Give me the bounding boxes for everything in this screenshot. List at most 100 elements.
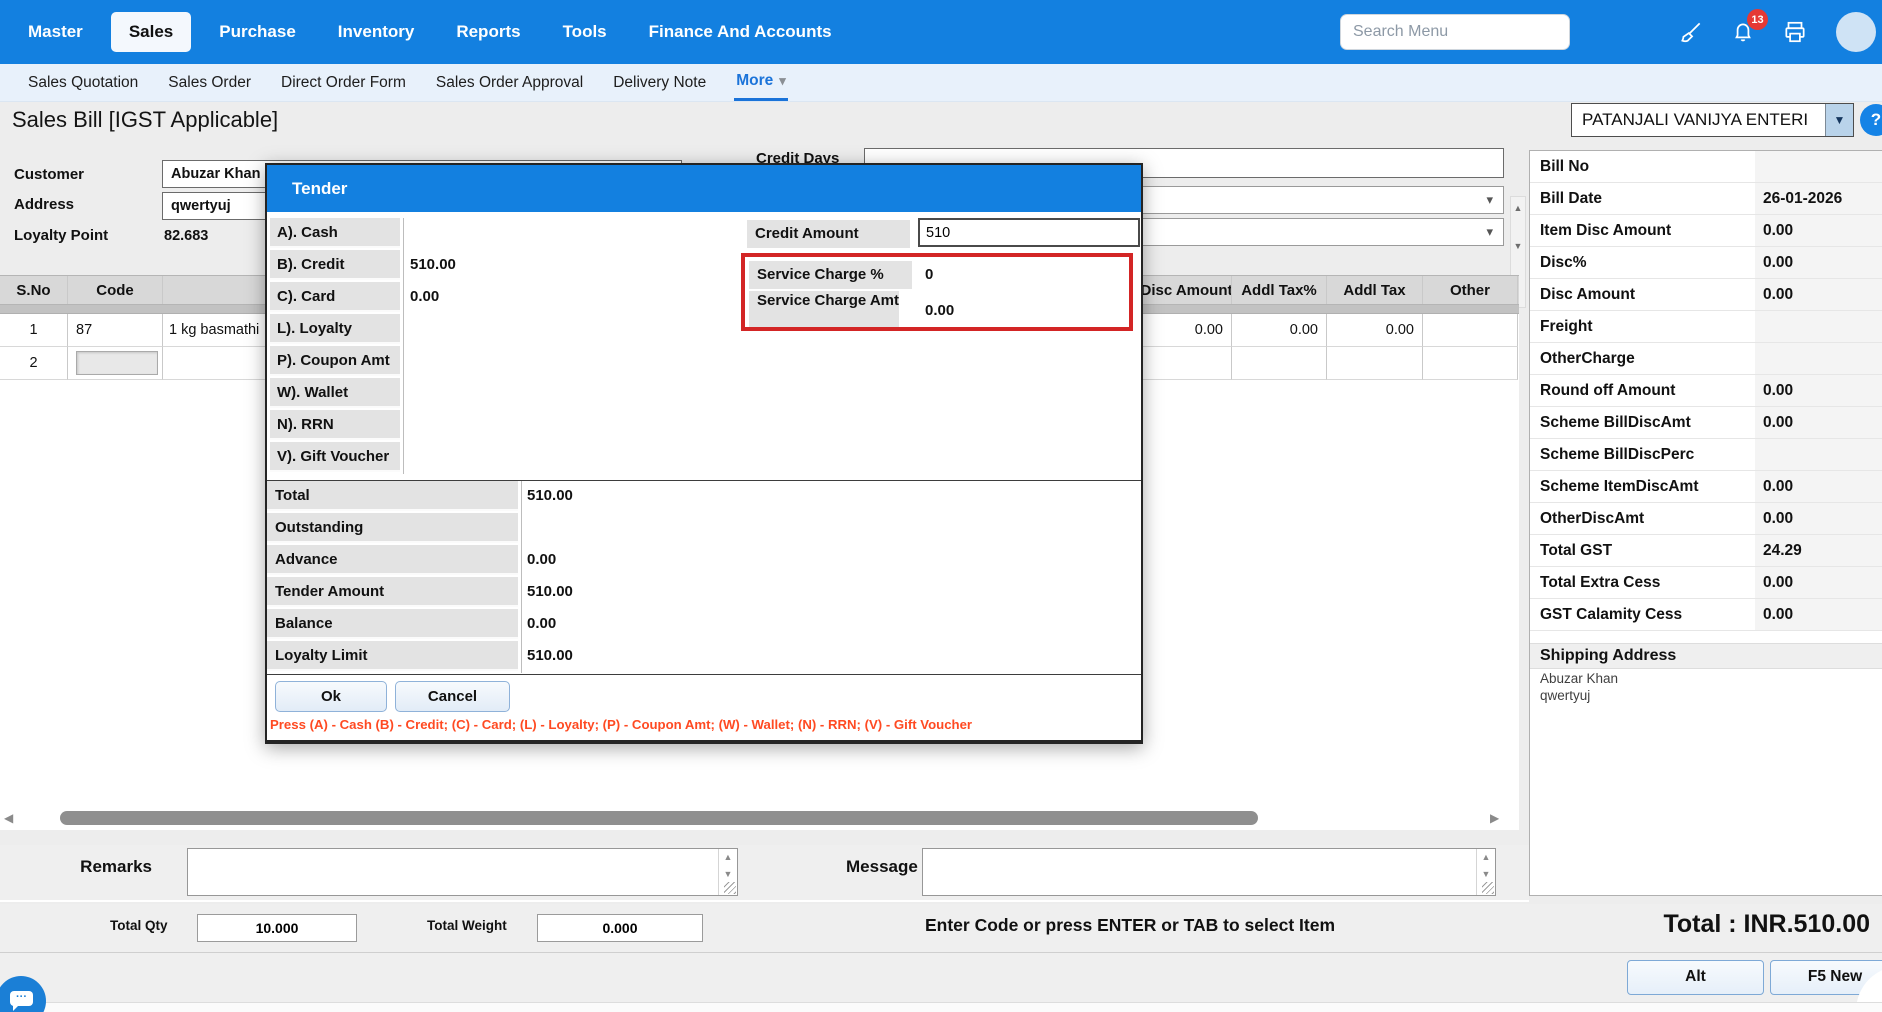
horizontal-scrollbar[interactable]: ◀ ▶ bbox=[0, 808, 1519, 830]
summary-value[interactable]: 0.00 bbox=[1755, 279, 1882, 310]
col-header-addl-tax[interactable]: Addl Tax bbox=[1327, 276, 1423, 304]
tender-rrn-label[interactable]: N). RRN bbox=[270, 410, 400, 440]
col-header-sno[interactable]: S.No bbox=[0, 276, 68, 304]
nav-item-finance[interactable]: Finance And Accounts bbox=[635, 12, 846, 52]
help-icon[interactable]: ? bbox=[1860, 104, 1882, 136]
ok-button[interactable]: Ok bbox=[275, 681, 387, 712]
summary-row: Scheme ItemDiscAmt 0.00 bbox=[1530, 471, 1882, 503]
scroll-up-icon[interactable]: ▲ bbox=[1477, 852, 1495, 862]
scroll-right-icon[interactable]: ▶ bbox=[1490, 811, 1499, 825]
tender-card-label[interactable]: C). Card bbox=[270, 282, 400, 312]
credit-amount-input[interactable] bbox=[918, 218, 1140, 247]
summary-value[interactable]: 24.29 bbox=[1755, 535, 1882, 566]
subnav-direct-order-form[interactable]: Direct Order Form bbox=[279, 66, 408, 100]
code-entry-input[interactable] bbox=[76, 351, 158, 375]
summary-value[interactable]: 26-01-2026 bbox=[1755, 183, 1882, 214]
nav-item-master[interactable]: Master bbox=[14, 12, 97, 52]
address-label: Address bbox=[14, 196, 75, 213]
cancel-button[interactable]: Cancel bbox=[395, 681, 510, 712]
subnav-sales-order[interactable]: Sales Order bbox=[166, 66, 253, 100]
col-header-disc-amount[interactable]: Disc Amount bbox=[1142, 276, 1232, 304]
col-header-addl-tax-pct[interactable]: Addl Tax% bbox=[1232, 276, 1327, 304]
payments-divider bbox=[403, 218, 404, 474]
service-charge-pct-value[interactable]: 0 bbox=[925, 266, 933, 283]
cell-addl-tax-pct[interactable]: 0.00 bbox=[1232, 314, 1327, 347]
scroll-left-icon[interactable]: ◀ bbox=[4, 811, 13, 825]
tender-credit-label[interactable]: B). Credit bbox=[270, 250, 400, 280]
page-title: Sales Bill [IGST Applicable] bbox=[12, 107, 279, 132]
user-avatar[interactable] bbox=[1836, 12, 1876, 52]
summary-label: Scheme BillDiscAmt bbox=[1540, 414, 1691, 431]
cell-other[interactable] bbox=[1423, 314, 1518, 347]
total-weight-input[interactable] bbox=[537, 914, 703, 942]
service-charge-highlight-box: Service Charge % 0 Service Charge Amt 0.… bbox=[741, 253, 1133, 331]
summary-value[interactable]: 0.00 bbox=[1755, 407, 1882, 438]
tender-card-value: 0.00 bbox=[410, 288, 440, 305]
remarks-textarea[interactable]: ▲ ▼ bbox=[187, 848, 738, 896]
company-select-value: PATANJALI VANIJYA ENTERI bbox=[1582, 110, 1809, 129]
summary-value[interactable]: 0.00 bbox=[1755, 215, 1882, 246]
subnav-sales-quotation[interactable]: Sales Quotation bbox=[26, 66, 140, 100]
cell-addl-tax[interactable]: 0.00 bbox=[1327, 314, 1423, 347]
col-header-other[interactable]: Other bbox=[1423, 276, 1518, 304]
summary-value[interactable]: 0.00 bbox=[1755, 247, 1882, 278]
cell-code[interactable]: 87 bbox=[68, 314, 163, 347]
resize-grip-icon[interactable] bbox=[1482, 882, 1494, 894]
nav-item-sales[interactable]: Sales bbox=[110, 12, 192, 52]
print-icon[interactable] bbox=[1780, 17, 1810, 47]
nav-item-reports[interactable]: Reports bbox=[442, 12, 534, 52]
tender-wallet-label[interactable]: W). Wallet bbox=[270, 378, 400, 408]
tender-cash-label[interactable]: A). Cash bbox=[270, 218, 400, 248]
tender-gift-voucher-label[interactable]: V). Gift Voucher bbox=[270, 442, 400, 472]
summary-value[interactable] bbox=[1755, 151, 1882, 182]
tender-coupon-label[interactable]: P). Coupon Amt bbox=[270, 346, 400, 376]
subnav-more[interactable]: More ▾ bbox=[734, 64, 788, 101]
cell-sno: 1 bbox=[0, 314, 68, 347]
summary-value[interactable] bbox=[1755, 311, 1882, 342]
nav-item-purchase[interactable]: Purchase bbox=[205, 12, 310, 52]
loyalty-limit-label: Loyalty Limit bbox=[267, 641, 518, 671]
brush-icon[interactable] bbox=[1676, 17, 1706, 47]
tender-loyalty-label[interactable]: L). Loyalty bbox=[270, 314, 400, 344]
scroll-down-icon[interactable]: ▼ bbox=[1511, 241, 1525, 251]
service-charge-amt-value[interactable]: 0.00 bbox=[925, 302, 954, 319]
shipping-address-title: Shipping Address bbox=[1530, 643, 1882, 669]
scroll-up-icon[interactable]: ▲ bbox=[719, 852, 737, 862]
cell-disc-amount[interactable]: 0.00 bbox=[1142, 314, 1232, 347]
summary-value[interactable]: 0.00 bbox=[1755, 375, 1882, 406]
scrollbar-thumb[interactable] bbox=[60, 811, 1258, 825]
bill-summary-panel: Bill No Bill Date 26-01-2026 Item Disc A… bbox=[1529, 150, 1882, 896]
company-select[interactable]: PATANJALI VANIJYA ENTERI ▼ bbox=[1571, 103, 1854, 137]
tender-advance-label: Advance bbox=[267, 545, 518, 575]
cell-disc-amount[interactable] bbox=[1142, 347, 1232, 380]
subnav-sales-order-approval[interactable]: Sales Order Approval bbox=[434, 66, 585, 100]
cell-addl-tax[interactable] bbox=[1327, 347, 1423, 380]
notifications-bell-icon[interactable]: 13 bbox=[1728, 9, 1768, 47]
summary-value[interactable]: 0.00 bbox=[1755, 599, 1882, 630]
scroll-up-icon[interactable]: ▲ bbox=[1511, 203, 1525, 213]
cell-code-input[interactable] bbox=[68, 347, 163, 380]
message-textarea[interactable]: ▲ ▼ bbox=[922, 848, 1496, 896]
cell-addl-tax-pct[interactable] bbox=[1232, 347, 1327, 380]
sales-bill-screen: Master Sales Purchase Inventory Reports … bbox=[0, 0, 1882, 1012]
summary-value[interactable]: 0.00 bbox=[1755, 503, 1882, 534]
textarea-scroll-rail: ▲ ▼ bbox=[718, 849, 737, 895]
select-arrow-icon[interactable]: ▼ bbox=[1825, 104, 1853, 136]
col-header-code[interactable]: Code bbox=[68, 276, 163, 304]
tender-amount-label: Tender Amount bbox=[267, 577, 518, 607]
cell-other[interactable] bbox=[1423, 347, 1518, 380]
summary-value[interactable]: 0.00 bbox=[1755, 471, 1882, 502]
summary-value[interactable] bbox=[1755, 343, 1882, 374]
nav-item-inventory[interactable]: Inventory bbox=[324, 12, 429, 52]
alt-button[interactable]: Alt bbox=[1627, 960, 1764, 995]
summary-value[interactable]: 0.00 bbox=[1755, 567, 1882, 598]
nav-item-tools[interactable]: Tools bbox=[549, 12, 621, 52]
total-qty-input[interactable] bbox=[197, 914, 357, 942]
search-input[interactable] bbox=[1340, 14, 1570, 50]
summary-value[interactable] bbox=[1755, 439, 1882, 470]
resize-grip-icon[interactable] bbox=[724, 882, 736, 894]
summary-row: Freight bbox=[1530, 311, 1882, 343]
subnav-delivery-note[interactable]: Delivery Note bbox=[611, 66, 708, 100]
scroll-down-icon[interactable]: ▼ bbox=[719, 869, 737, 879]
scroll-down-icon[interactable]: ▼ bbox=[1477, 869, 1495, 879]
